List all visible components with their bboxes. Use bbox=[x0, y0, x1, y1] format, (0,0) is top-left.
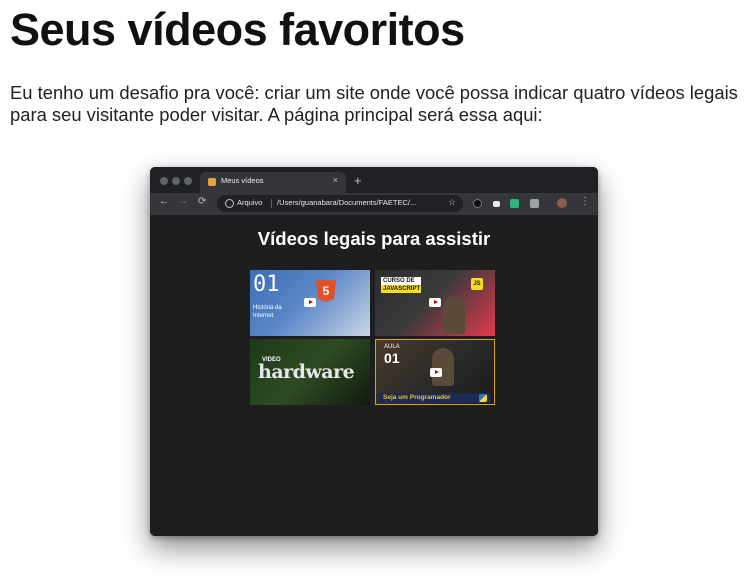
play-icon bbox=[304, 298, 316, 307]
video-thumbnail-javascript[interactable]: CURSO DE JAVASCRIPT JS bbox=[375, 270, 495, 336]
address-url[interactable]: /Users/guanabara/Documents/FAETEC/... bbox=[277, 198, 416, 207]
tab-title: Meus vídeos bbox=[221, 176, 264, 185]
menu-icon[interactable]: ⋮ bbox=[580, 196, 590, 207]
back-arrow-icon[interactable]: ← bbox=[159, 196, 169, 207]
window-minimize-dot[interactable] bbox=[172, 177, 180, 185]
address-divider bbox=[271, 199, 272, 208]
play-icon bbox=[430, 368, 442, 377]
extension-icon[interactable] bbox=[493, 201, 500, 207]
tab-close-icon[interactable]: × bbox=[333, 175, 338, 185]
html5-icon: 5 bbox=[316, 280, 336, 302]
javascript-banner: CURSO DE JAVASCRIPT bbox=[381, 277, 421, 293]
presenter-image bbox=[432, 348, 454, 386]
new-tab-button[interactable]: + bbox=[354, 173, 362, 188]
address-scheme-label: Arquivo bbox=[237, 198, 263, 207]
info-icon[interactable] bbox=[225, 199, 234, 208]
avatar[interactable] bbox=[557, 198, 567, 208]
thumbnail-caption: História da Internet bbox=[253, 305, 282, 319]
video-thumbnail-python[interactable]: AULA 01 Seja um Programador bbox=[375, 339, 495, 405]
window-maximize-dot[interactable] bbox=[184, 177, 192, 185]
favicon-icon bbox=[208, 178, 216, 186]
thumbnail-line2: JAVASCRIPT bbox=[383, 286, 421, 292]
window-close-dot[interactable] bbox=[160, 177, 168, 185]
extension-icon[interactable] bbox=[473, 199, 482, 208]
thumbnail-banner-text: Seja um Programador bbox=[383, 394, 451, 401]
address-bar[interactable]: Arquivo /Users/guanabara/Documents/FAETE… bbox=[217, 195, 463, 212]
thumbnail-number: 01 bbox=[384, 350, 400, 366]
forward-arrow-icon[interactable]: → bbox=[178, 196, 188, 207]
thumbnail-number: 01 bbox=[253, 272, 280, 297]
html5-badge: 5 bbox=[322, 284, 330, 298]
tab-meus-videos[interactable]: Meus vídeos × bbox=[200, 172, 346, 193]
browser-toolbar: ← → ⟳ Arquivo /Users/guanabara/Documents… bbox=[150, 193, 598, 215]
thumbnail-banner: Seja um Programador bbox=[379, 393, 491, 403]
intro-paragraph: Eu tenho um desafio pra você: criar um s… bbox=[10, 82, 738, 125]
star-icon[interactable]: ☆ bbox=[448, 197, 456, 208]
js-badge: JS bbox=[471, 278, 483, 290]
video-thumbnail-hardware[interactable]: VIDEO hardware bbox=[250, 339, 370, 405]
page-viewport: Vídeos legais para assistir 01 História … bbox=[150, 215, 598, 536]
thumbnail-line1: CURSO DE bbox=[381, 277, 421, 285]
python-icon bbox=[479, 394, 487, 402]
thumbnail-title: hardware bbox=[258, 361, 355, 383]
page-heading: Vídeos legais para assistir bbox=[257, 228, 491, 249]
play-icon bbox=[429, 298, 441, 307]
video-thumbnail-internet[interactable]: 01 História da Internet 5 bbox=[250, 270, 370, 336]
browser-screenshot: Meus vídeos × + ← → ⟳ Arquivo /Users/gua… bbox=[150, 167, 598, 536]
page-title: Seus vídeos favoritos bbox=[10, 4, 465, 55]
presenter-image bbox=[443, 296, 465, 334]
tab-strip: Meus vídeos × + bbox=[150, 167, 598, 193]
extension-icon[interactable] bbox=[510, 199, 519, 208]
extension-icon[interactable] bbox=[530, 199, 539, 208]
reload-icon[interactable]: ⟳ bbox=[198, 196, 206, 207]
